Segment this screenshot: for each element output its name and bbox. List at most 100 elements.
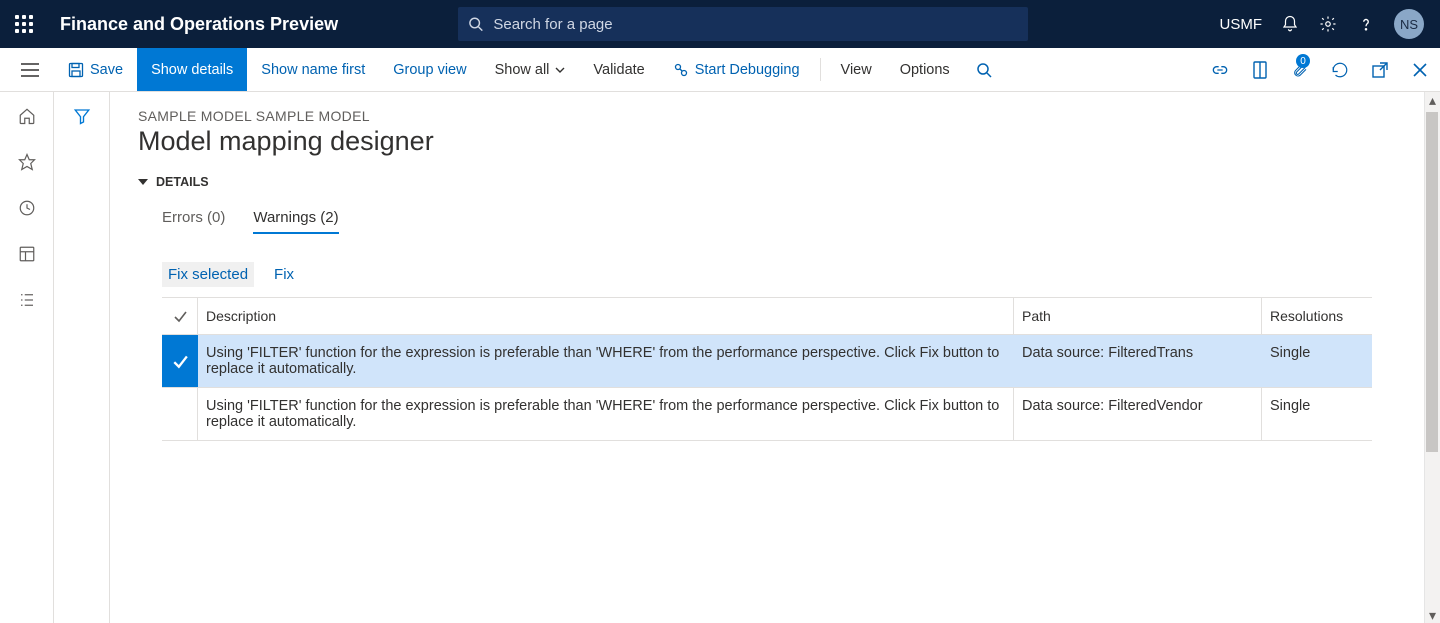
hamburger-icon [21, 63, 39, 77]
show-all-label: Show all [495, 62, 550, 78]
page-options-button[interactable] [1240, 48, 1280, 91]
attachments-badge: 0 [1296, 54, 1310, 68]
cell-description: Using 'FILTER' function for the expressi… [198, 388, 1014, 440]
row-checkbox-checked[interactable] [162, 335, 198, 387]
workspace-icon [18, 245, 36, 263]
cell-path: Data source: FilteredVendor [1014, 388, 1262, 440]
action-pane: Save Show details Show name first Group … [0, 48, 1440, 92]
checkmark-icon [173, 309, 187, 323]
start-debugging-label: Start Debugging [695, 62, 800, 78]
options-menu[interactable]: Options [886, 48, 964, 91]
save-button[interactable]: Save [54, 48, 137, 91]
modules-icon [18, 291, 36, 309]
home-icon [18, 107, 36, 125]
cell-path: Data source: FilteredTrans [1014, 335, 1262, 387]
view-label: View [841, 62, 872, 78]
validate-button[interactable]: Validate [579, 48, 658, 91]
row-checkbox[interactable] [162, 388, 198, 440]
refresh-button[interactable] [1320, 48, 1360, 91]
global-search-input[interactable] [493, 16, 1018, 33]
popout-icon [1372, 62, 1388, 78]
column-header-description[interactable]: Description [198, 298, 1014, 334]
show-details-button[interactable]: Show details [137, 48, 247, 91]
popout-button[interactable] [1360, 48, 1400, 91]
view-menu[interactable]: View [827, 48, 886, 91]
save-icon [68, 62, 84, 78]
show-name-first-label: Show name first [261, 62, 365, 78]
cell-resolutions: Single [1262, 388, 1372, 440]
find-button[interactable] [964, 48, 1004, 91]
warnings-grid: Description Path Resolutions Using 'FILT… [162, 297, 1372, 441]
bell-icon [1281, 15, 1299, 33]
star-icon [18, 153, 36, 171]
validate-label: Validate [593, 62, 644, 78]
notifications-button[interactable] [1280, 14, 1300, 34]
fix-button[interactable]: Fix [268, 262, 300, 287]
global-header: Finance and Operations Preview USMF NS [0, 0, 1440, 48]
group-view-button[interactable]: Group view [379, 48, 480, 91]
show-name-first-button[interactable]: Show name first [247, 48, 379, 91]
link-icon [1212, 62, 1228, 78]
save-label: Save [90, 62, 123, 78]
waffle-icon [15, 15, 33, 33]
nav-workspaces[interactable] [17, 244, 37, 264]
show-details-label: Show details [151, 62, 233, 78]
cell-description: Using 'FILTER' function for the expressi… [198, 335, 1014, 387]
select-all-header[interactable] [162, 298, 198, 334]
checkmark-icon [172, 353, 188, 369]
help-button[interactable] [1356, 14, 1376, 34]
search-icon [468, 16, 483, 32]
company-label[interactable]: USMF [1220, 16, 1263, 33]
show-all-menu[interactable]: Show all [481, 48, 580, 91]
group-view-label: Group view [393, 62, 466, 78]
close-button[interactable] [1400, 48, 1440, 91]
nav-favorites[interactable] [17, 152, 37, 172]
user-avatar[interactable]: NS [1394, 9, 1424, 39]
filter-toggle[interactable] [72, 106, 92, 126]
search-icon [976, 62, 992, 78]
details-section-toggle[interactable]: DETAILS [138, 175, 1416, 189]
details-tabs: Errors (0) Warnings (2) [138, 203, 1416, 234]
app-title: Finance and Operations Preview [60, 14, 338, 35]
app-launcher-button[interactable] [0, 0, 48, 48]
scroll-up-arrow[interactable]: ▴ [1425, 92, 1440, 108]
nav-home[interactable] [17, 106, 37, 126]
attachments-button[interactable]: 0 [1280, 48, 1320, 91]
filter-icon [73, 107, 91, 125]
nav-modules[interactable] [17, 290, 37, 310]
gear-icon [1319, 15, 1337, 33]
filter-pane [54, 92, 110, 623]
options-label: Options [900, 62, 950, 78]
clock-icon [18, 199, 36, 217]
cell-resolutions: Single [1262, 335, 1372, 387]
navigation-rail [0, 92, 54, 623]
nav-recent[interactable] [17, 198, 37, 218]
tab-errors[interactable]: Errors (0) [162, 203, 225, 234]
main-content: SAMPLE MODEL SAMPLE MODEL Model mapping … [110, 92, 1440, 623]
chevron-down-icon [555, 67, 565, 73]
page-title: Model mapping designer [138, 126, 1416, 157]
vertical-scrollbar[interactable]: ▴ ▾ [1424, 92, 1440, 623]
tab-warnings[interactable]: Warnings (2) [253, 203, 338, 234]
link-button[interactable] [1200, 48, 1240, 91]
start-debugging-button[interactable]: Start Debugging [659, 48, 814, 91]
settings-button[interactable] [1318, 14, 1338, 34]
details-label: DETAILS [156, 175, 209, 189]
grid-header-row: Description Path Resolutions [162, 298, 1372, 334]
question-icon [1357, 15, 1375, 33]
column-header-path[interactable]: Path [1014, 298, 1262, 334]
grid-row[interactable]: Using 'FILTER' function for the expressi… [162, 334, 1372, 387]
caret-down-icon [138, 179, 148, 185]
debug-icon [673, 62, 689, 78]
refresh-icon [1331, 61, 1349, 79]
column-header-resolutions[interactable]: Resolutions [1262, 298, 1372, 334]
global-search[interactable] [458, 7, 1028, 41]
breadcrumb: SAMPLE MODEL SAMPLE MODEL [138, 108, 1416, 124]
grid-row[interactable]: Using 'FILTER' function for the expressi… [162, 387, 1372, 440]
scroll-down-arrow[interactable]: ▾ [1425, 607, 1440, 623]
book-icon [1252, 61, 1268, 79]
scroll-thumb[interactable] [1426, 112, 1438, 452]
fix-selected-button[interactable]: Fix selected [162, 262, 254, 287]
close-icon [1413, 63, 1427, 77]
nav-toggle-button[interactable] [6, 48, 54, 91]
